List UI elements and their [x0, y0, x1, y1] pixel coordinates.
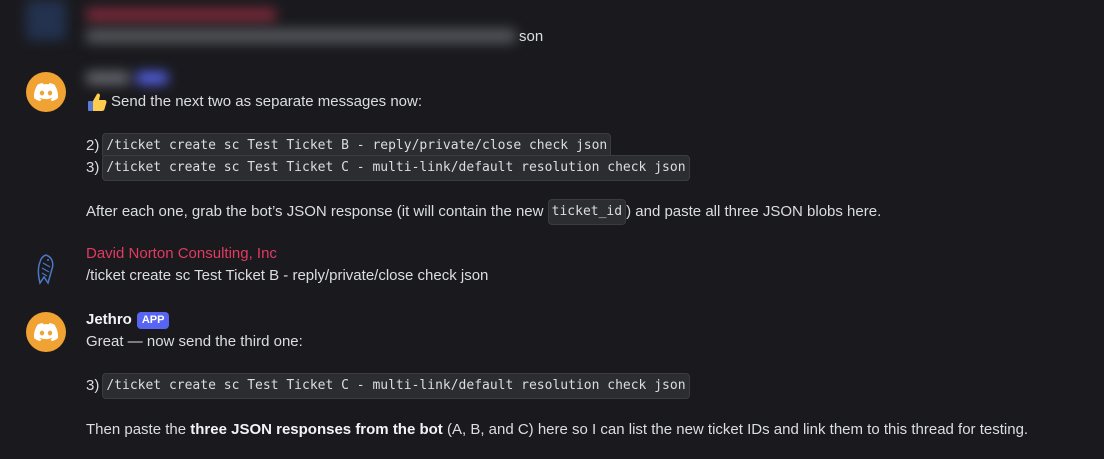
message-header: Jethro APP: [86, 309, 1084, 331]
message-jethro-1: Send the next two as separate messages n…: [0, 64, 1104, 234]
intro-text: Send the next two as separate messages n…: [111, 93, 423, 110]
inline-code: /ticket create sc Test Ticket C - multi-…: [102, 155, 690, 181]
username[interactable]: David Norton Consulting, Inc: [86, 243, 1084, 265]
message-line-intro: Send the next two as separate messages n…: [86, 91, 1084, 113]
chat-messages: son Send the next two as separate messag…: [0, 0, 1104, 459]
message-previous: son: [0, 0, 1104, 60]
message-line-after: After each one, grab the bot’s JSON resp…: [86, 199, 1084, 225]
avatar[interactable]: [26, 72, 66, 112]
app-badge: APP: [136, 311, 170, 329]
discord-logo-icon: [34, 323, 58, 341]
bold-text: three JSON responses from the bot: [190, 421, 443, 438]
text-segment: After each one, grab the bot’s JSON resp…: [86, 203, 548, 220]
avatar[interactable]: [26, 250, 66, 290]
username[interactable]: Jethro: [86, 309, 132, 331]
inline-code: /ticket create sc Test Ticket C - multi-…: [102, 373, 690, 399]
list-number: 2): [86, 137, 100, 154]
message-line-then: Then paste the three JSON responses from…: [86, 419, 1084, 441]
message-line-item2: 2) /ticket create sc Test Ticket B - rep…: [86, 133, 1084, 159]
message-text-suffix: son: [519, 28, 544, 45]
thumbs-up-emoji: [86, 91, 108, 113]
username-blurred: [86, 72, 130, 84]
badge-blurred: [136, 72, 168, 84]
text-blurred: [86, 29, 516, 43]
message-body: Send the next two as separate messages n…: [86, 91, 1084, 225]
message-line-1: Great — now send the third one:: [86, 333, 303, 350]
bird-logo-icon: [37, 254, 54, 285]
list-number: 3): [86, 159, 100, 176]
avatar[interactable]: [26, 312, 66, 352]
text-segment: ) and paste all three JSON blobs here.: [626, 203, 882, 220]
message-body: Jethro APP Great — now send the third on…: [86, 309, 1084, 441]
text-segment: Then paste the: [86, 421, 191, 438]
inline-code: ticket_id: [547, 199, 627, 225]
message-line-item3: 3) /ticket create sc Test Ticket C - mul…: [86, 373, 1084, 399]
message-text: /ticket create sc Test Ticket B - reply/…: [86, 267, 489, 284]
list-number: 3): [86, 377, 100, 394]
text-segment: (A, B, and C) here so I can list the new…: [442, 421, 1029, 438]
message-line-item3: 3) /ticket create sc Test Ticket C - mul…: [86, 155, 1084, 181]
message-jethro-2: Jethro APP Great — now send the third on…: [0, 306, 1104, 456]
discord-logo-icon: [34, 83, 58, 101]
avatar-blurred: [26, 0, 66, 40]
message-david: David Norton Consulting, Inc /ticket cre…: [0, 240, 1104, 292]
username-blurred: [86, 8, 276, 22]
message-body: David Norton Consulting, Inc /ticket cre…: [86, 243, 1084, 287]
